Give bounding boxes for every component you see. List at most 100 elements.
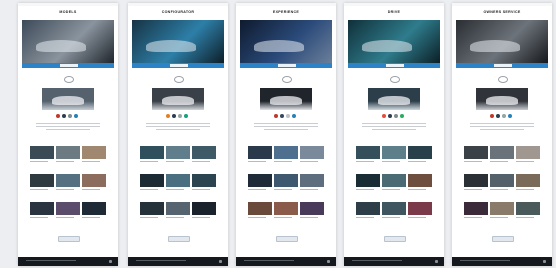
feature-image <box>42 88 94 110</box>
gallery-thumbnail[interactable] <box>140 174 164 187</box>
color-swatch[interactable] <box>172 114 176 118</box>
page-mockup[interactable]: OWNERS SERVICE <box>452 3 552 266</box>
gallery-thumbnail[interactable] <box>140 146 164 159</box>
footer-social-icon[interactable] <box>109 259 112 263</box>
gallery-thumbnail[interactable] <box>408 146 432 159</box>
color-swatches[interactable] <box>274 114 300 119</box>
color-swatch[interactable] <box>394 114 398 118</box>
gallery-thumbnail[interactable] <box>356 174 380 187</box>
gallery-thumbnail[interactable] <box>140 202 164 215</box>
gallery-thumbnail[interactable] <box>274 146 298 159</box>
page-footer <box>344 257 444 266</box>
section-nav-tab[interactable] <box>60 64 78 67</box>
footer-social-icon[interactable] <box>327 259 330 263</box>
load-more-button[interactable] <box>384 236 406 242</box>
gallery-thumbnail[interactable] <box>166 174 190 187</box>
color-swatch[interactable] <box>56 114 60 118</box>
gallery-thumbnail[interactable] <box>192 174 216 187</box>
gallery-thumbnail[interactable] <box>300 146 324 159</box>
gallery-thumbnail[interactable] <box>464 202 488 215</box>
section-nav-bar[interactable] <box>132 63 224 68</box>
gallery-thumbnail[interactable] <box>516 202 540 215</box>
gallery-thumbnail[interactable] <box>490 146 514 159</box>
gallery-thumbnail[interactable] <box>382 202 406 215</box>
section-nav-tab[interactable] <box>170 64 188 67</box>
section-nav-tab[interactable] <box>494 64 512 67</box>
gallery-thumbnail[interactable] <box>516 146 540 159</box>
gallery-thumbnail[interactable] <box>192 146 216 159</box>
section-nav-bar[interactable] <box>22 63 114 68</box>
gallery-thumbnail[interactable] <box>516 174 540 187</box>
section-nav-bar[interactable] <box>240 63 332 68</box>
gallery-thumbnail[interactable] <box>248 146 272 159</box>
gallery-thumbnail[interactable] <box>30 146 54 159</box>
load-more-button[interactable] <box>492 236 514 242</box>
gallery-thumbnail[interactable] <box>166 202 190 215</box>
page-mockup[interactable]: MODELS <box>18 3 118 266</box>
footer-social-icon[interactable] <box>543 259 546 263</box>
color-swatch[interactable] <box>292 114 296 118</box>
color-swatch[interactable] <box>388 114 392 118</box>
gallery-thumbnail[interactable] <box>192 202 216 215</box>
gallery-thumbnail[interactable] <box>300 202 324 215</box>
gallery-thumbnail[interactable] <box>408 202 432 215</box>
gallery-thumbnail[interactable] <box>464 146 488 159</box>
gallery-thumbnail[interactable] <box>274 202 298 215</box>
page-mockup[interactable]: DRIVE <box>344 3 444 266</box>
color-swatch[interactable] <box>166 114 170 118</box>
color-swatch[interactable] <box>490 114 494 118</box>
section-nav-bar[interactable] <box>456 63 548 68</box>
gallery-thumbnail[interactable] <box>382 174 406 187</box>
gallery-thumbnail[interactable] <box>82 146 106 159</box>
page-mockup[interactable]: CONFIGURATOR <box>128 3 228 266</box>
color-swatch[interactable] <box>286 114 290 118</box>
load-more-button[interactable] <box>168 236 190 242</box>
color-swatch[interactable] <box>502 114 506 118</box>
gallery-thumbnail[interactable] <box>464 174 488 187</box>
thumbnail-caption-line <box>300 161 318 163</box>
color-swatch[interactable] <box>382 114 386 118</box>
color-swatches[interactable] <box>56 114 82 119</box>
section-nav-bar[interactable] <box>348 63 440 68</box>
page-mockup[interactable]: EXPERIENCE <box>236 3 336 266</box>
color-swatch[interactable] <box>68 114 72 118</box>
color-swatch[interactable] <box>178 114 182 118</box>
thumbnail-caption-line <box>274 161 292 163</box>
section-nav-tab[interactable] <box>386 64 404 67</box>
thumbnail-caption-line <box>82 161 100 163</box>
gallery-thumbnail[interactable] <box>30 202 54 215</box>
gallery-thumbnail[interactable] <box>356 202 380 215</box>
color-swatch[interactable] <box>62 114 66 118</box>
gallery-thumbnail[interactable] <box>56 146 80 159</box>
gallery-thumbnail[interactable] <box>82 174 106 187</box>
gallery-thumbnail[interactable] <box>82 202 106 215</box>
gallery-thumbnail[interactable] <box>248 202 272 215</box>
color-swatches[interactable] <box>166 114 192 119</box>
gallery-thumbnail[interactable] <box>490 202 514 215</box>
color-swatch[interactable] <box>508 114 512 118</box>
gallery-thumbnail[interactable] <box>30 174 54 187</box>
color-swatch[interactable] <box>274 114 278 118</box>
section-nav-tab[interactable] <box>278 64 296 67</box>
gallery-thumbnail[interactable] <box>490 174 514 187</box>
gallery-thumbnail[interactable] <box>166 146 190 159</box>
color-swatch[interactable] <box>280 114 284 118</box>
color-swatch[interactable] <box>74 114 78 118</box>
gallery-thumbnail[interactable] <box>274 174 298 187</box>
gallery-thumbnail[interactable] <box>408 174 432 187</box>
gallery-thumbnail[interactable] <box>56 202 80 215</box>
color-swatches[interactable] <box>382 114 408 119</box>
footer-social-icon[interactable] <box>219 259 222 263</box>
gallery-thumbnail[interactable] <box>248 174 272 187</box>
color-swatch[interactable] <box>400 114 404 118</box>
gallery-thumbnail[interactable] <box>382 146 406 159</box>
load-more-button[interactable] <box>58 236 80 242</box>
gallery-thumbnail[interactable] <box>356 146 380 159</box>
footer-social-icon[interactable] <box>435 259 438 263</box>
color-swatch[interactable] <box>496 114 500 118</box>
load-more-button[interactable] <box>276 236 298 242</box>
color-swatches[interactable] <box>490 114 516 119</box>
gallery-thumbnail[interactable] <box>300 174 324 187</box>
gallery-thumbnail[interactable] <box>56 174 80 187</box>
color-swatch[interactable] <box>184 114 188 118</box>
